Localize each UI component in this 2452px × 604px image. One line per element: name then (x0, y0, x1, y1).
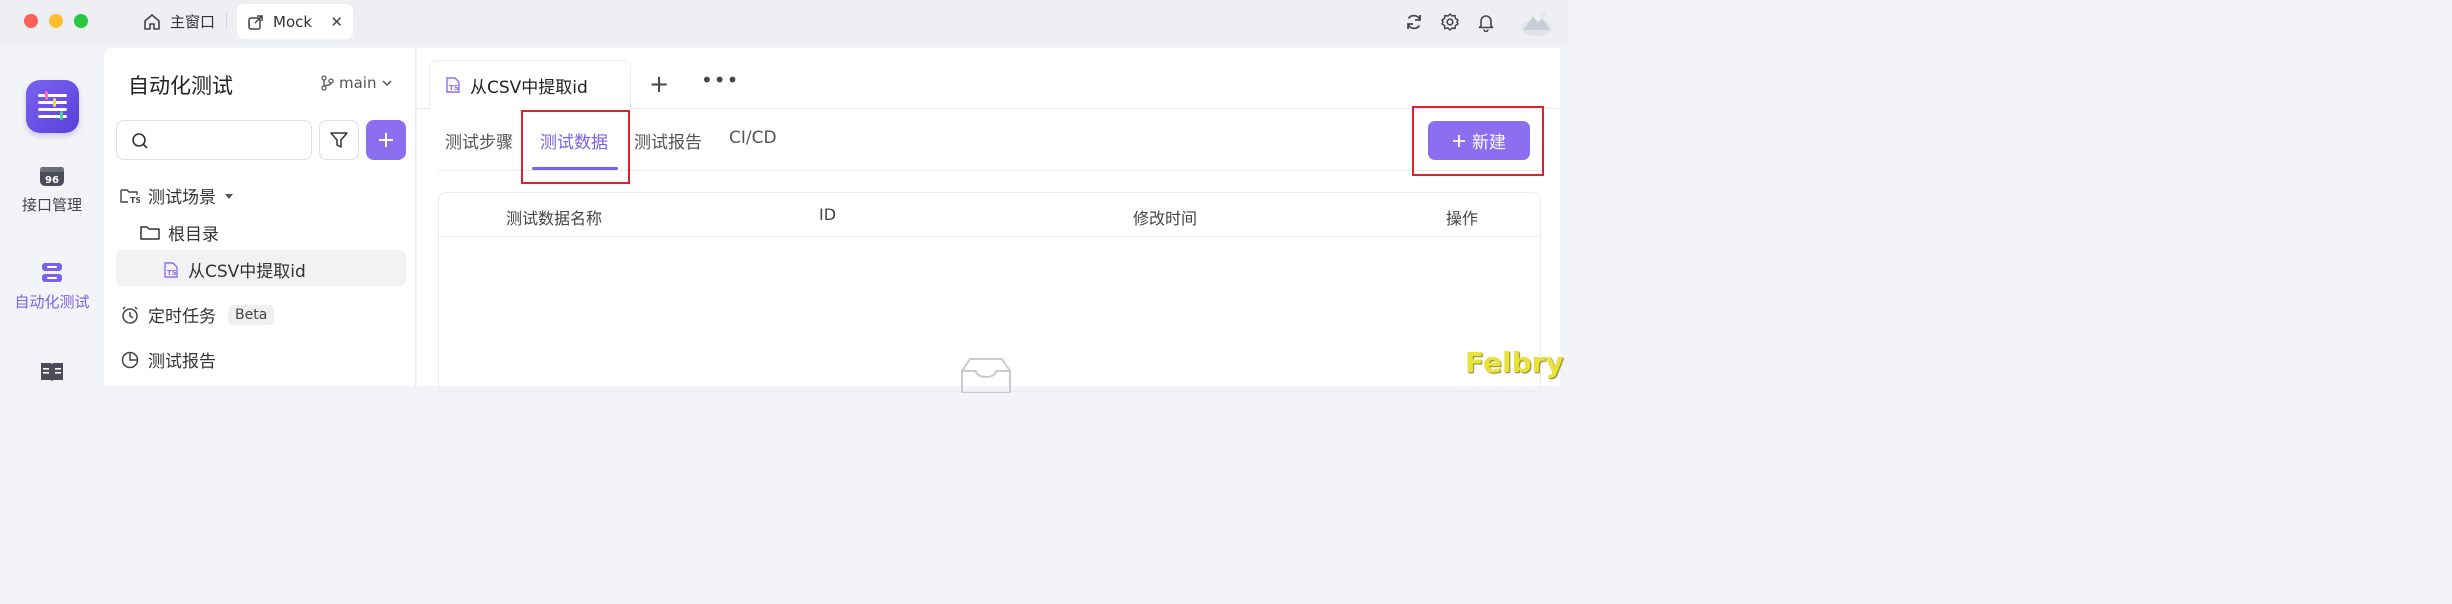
nav-test-reports-label: 测试报告 (148, 352, 216, 372)
column-header-actions: 操作 (1446, 209, 1479, 228)
tab-test-steps[interactable]: 测试步骤 (445, 128, 513, 153)
nav-scheduled-tasks-label: 定时任务 (148, 307, 216, 327)
external-link-icon (248, 14, 263, 30)
window-tab-home-label: 主窗口 (170, 13, 216, 31)
project-title: 自动化测试 (128, 74, 233, 98)
git-branch-icon (321, 75, 334, 91)
ts-file-icon: TS (446, 77, 460, 93)
empty-box-icon (961, 358, 1011, 393)
folder-icon (140, 225, 160, 240)
window-tab-home[interactable]: 主窗口 (132, 4, 225, 39)
rail-item-automation[interactable]: 自动化测试 (0, 261, 104, 312)
refresh-icon[interactable] (1403, 11, 1425, 33)
watermark: Felbry (1465, 346, 1564, 379)
minimize-window-button[interactable] (49, 14, 63, 28)
close-tab-icon[interactable]: ✕ (330, 13, 343, 31)
project-sidebar: 自动化测试 main TS 测试场景 根目录 TS 从CSV中提取id 定时任务… (104, 48, 416, 386)
left-rail: 96 接口管理 自动化测试 (0, 44, 104, 386)
chevron-down-icon (382, 80, 393, 87)
tree-item-root[interactable]: 根目录 (140, 220, 219, 245)
folder-ts-icon: TS (120, 188, 140, 205)
rail-item-docs[interactable] (0, 360, 104, 390)
beta-badge: Beta (228, 304, 275, 325)
tree-item-csv-scenario[interactable]: TS 从CSV中提取id (162, 257, 306, 282)
automation-icon (39, 261, 65, 285)
doc-tab-csv-scenario[interactable]: TS 从CSV中提取id (429, 60, 631, 109)
nav-test-reports[interactable]: 测试报告 (120, 347, 216, 372)
search-icon (132, 133, 148, 149)
main-content: TS 从CSV中提取id + ••• 测试步骤 测试数据 测试报告 CI/CD … (417, 48, 1560, 393)
annotation-box-new-button (1412, 106, 1544, 176)
tab-test-reports[interactable]: 测试报告 (634, 128, 702, 153)
window-tab-mock-label: Mock (273, 12, 313, 31)
api-icon: 96 (39, 164, 65, 188)
settings-icon[interactable] (1439, 11, 1461, 33)
column-header-modified: 修改时间 (1133, 209, 1198, 228)
rail-item-automation-label: 自动化测试 (14, 293, 90, 311)
svg-text:TS: TS (167, 269, 177, 277)
table-header: 测试数据名称 ID 修改时间 操作 (439, 193, 1540, 237)
tab-separator (226, 12, 227, 30)
svg-text:96: 96 (45, 175, 59, 186)
avatar[interactable] (1521, 8, 1553, 38)
tree-item-test-scenarios[interactable]: TS 测试场景 (120, 183, 234, 208)
pie-chart-icon (121, 351, 139, 368)
annotation-box-test-data-tab (521, 110, 630, 184)
tree-item-root-label: 根目录 (168, 225, 219, 245)
caret-down-icon (225, 193, 233, 199)
more-icon[interactable]: ••• (701, 68, 739, 92)
title-bar: 主窗口 Mock ✕ (0, 0, 1568, 44)
column-header-name: 测试数据名称 (506, 209, 603, 228)
tree-item-test-scenarios-label: 测试场景 (148, 188, 216, 208)
add-button[interactable] (366, 120, 406, 160)
rail-item-api-label: 接口管理 (21, 196, 82, 214)
home-icon (144, 13, 160, 30)
filter-icon (330, 132, 348, 148)
nav-scheduled-tasks[interactable]: 定时任务 Beta (120, 302, 275, 327)
new-tab-icon[interactable]: + (649, 70, 669, 98)
doc-tab-label: 从CSV中提取id (470, 77, 588, 98)
alarm-clock-icon (122, 305, 138, 324)
tab-ci-cd[interactable]: CI/CD (729, 128, 777, 148)
filter-button[interactable] (319, 120, 359, 160)
bell-icon[interactable] (1475, 11, 1497, 33)
svg-text:TS: TS (130, 196, 140, 205)
book-icon (39, 360, 65, 384)
close-window-button[interactable] (24, 14, 38, 28)
svg-text:TS: TS (449, 84, 459, 92)
app-logo (26, 80, 79, 133)
zoom-window-button[interactable] (74, 14, 88, 28)
rail-item-api[interactable]: 96 接口管理 (0, 164, 104, 215)
branch-selector[interactable]: main (320, 74, 393, 92)
branch-label: main (339, 74, 377, 92)
column-header-id: ID (819, 205, 837, 224)
window-tab-mock[interactable]: Mock ✕ (237, 4, 353, 39)
plus-icon (379, 133, 393, 147)
search-input[interactable] (116, 120, 312, 160)
tree-item-csv-scenario-label: 从CSV中提取id (188, 262, 306, 282)
test-data-table: 测试数据名称 ID 修改时间 操作 (438, 192, 1541, 393)
ts-file-icon: TS (164, 261, 178, 278)
